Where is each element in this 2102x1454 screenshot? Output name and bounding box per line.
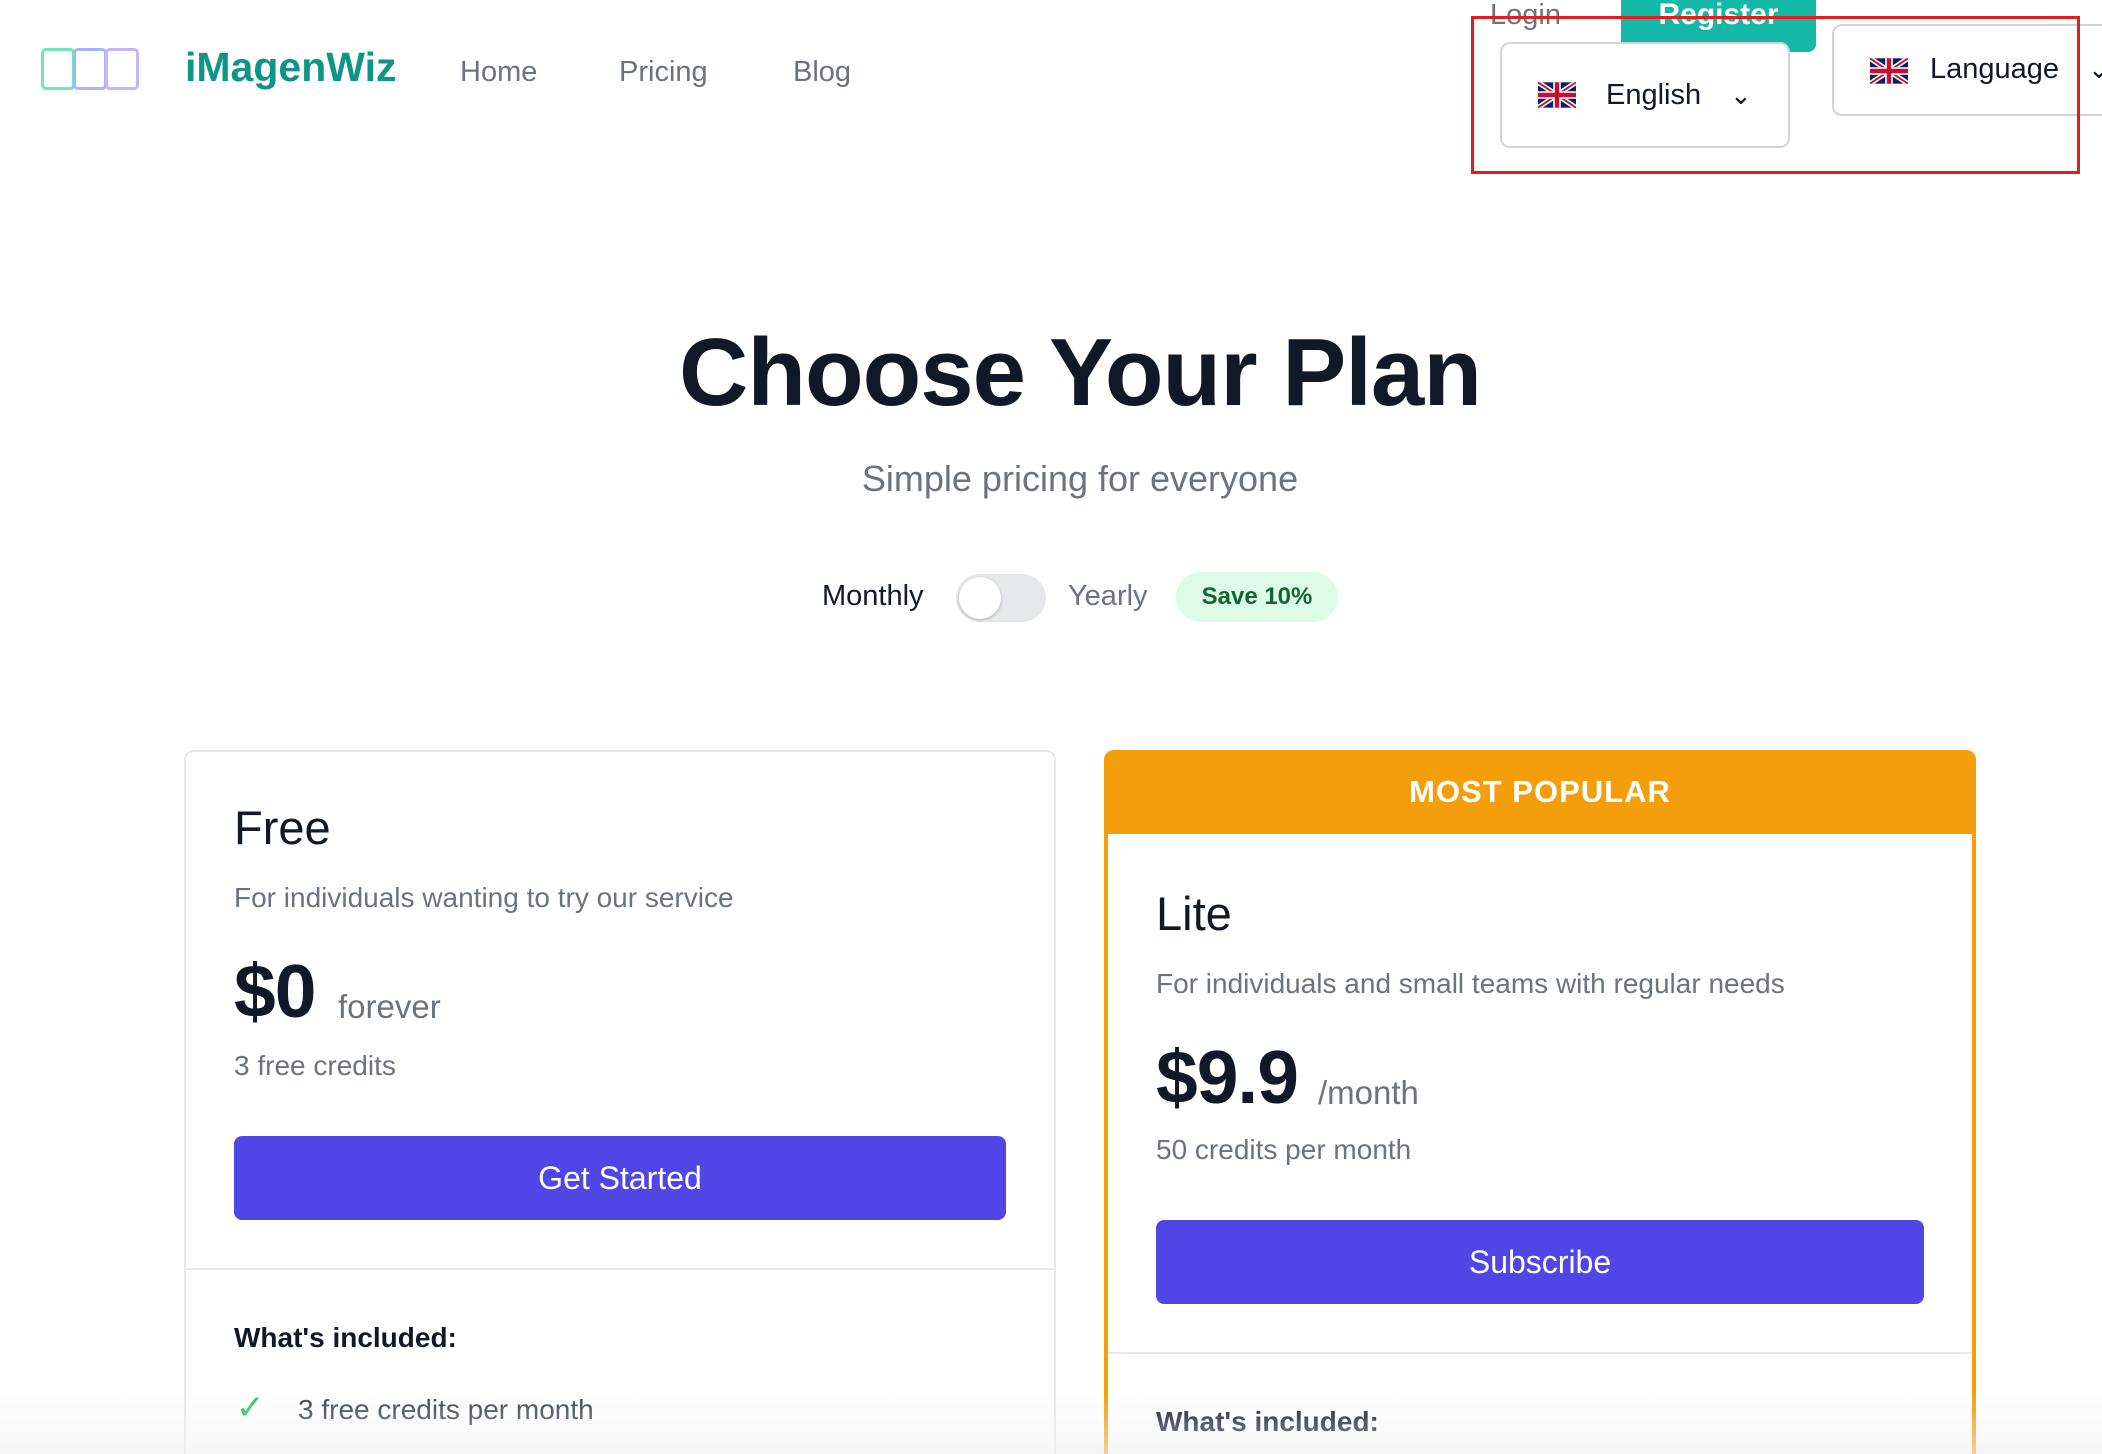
billing-toggle-group: Monthly Yearly Save 10%: [822, 572, 1342, 624]
plan-period: /month: [1318, 1074, 1419, 1111]
save-badge: Save 10%: [1176, 572, 1338, 622]
plan-price: $9.9: [1156, 1035, 1299, 1119]
yearly-label[interactable]: Yearly: [1068, 580, 1148, 613]
billing-toggle[interactable]: [956, 574, 1046, 622]
plan-price: $0: [234, 949, 316, 1033]
login-link[interactable]: Login: [1490, 0, 1561, 30]
plan-name: Lite: [1156, 887, 1232, 940]
plan-credits: 3 free credits: [234, 1050, 396, 1081]
divider: [186, 1268, 1054, 1270]
divider: [1108, 1352, 1972, 1354]
uk-flag-icon: [1538, 82, 1576, 108]
panels-logo-icon[interactable]: [41, 48, 139, 90]
page-title: Choose Your Plan: [679, 319, 1482, 426]
toggle-knob: [959, 577, 1001, 619]
plan-description: For individuals wanting to try our servi…: [234, 882, 734, 913]
plan-name: Free: [234, 801, 331, 854]
plan-credits: 50 credits per month: [1156, 1134, 1412, 1165]
language-select-secondary-value: Language: [1930, 53, 2060, 85]
nav-blog[interactable]: Blog: [793, 56, 851, 89]
page-subtitle: Simple pricing for everyone: [861, 458, 1299, 499]
subscribe-button[interactable]: Subscribe: [1156, 1220, 1924, 1304]
brand-name[interactable]: iMagenWiz: [185, 44, 396, 91]
language-select-value: English: [1606, 79, 1702, 111]
check-icon: ✓: [236, 1389, 265, 1427]
nav-home[interactable]: Home: [460, 56, 537, 89]
included-heading: What's included:: [234, 1322, 457, 1353]
get-started-button[interactable]: Get Started: [234, 1136, 1006, 1220]
included-heading: What's included:: [1156, 1406, 1379, 1437]
monthly-label[interactable]: Monthly: [822, 580, 924, 613]
uk-flag-icon: [1870, 58, 1908, 84]
plan-description: For individuals and small teams with reg…: [1156, 968, 1785, 999]
language-select-secondary[interactable]: Language ⌄: [1832, 24, 2102, 116]
most-popular-badge: MOST POPULAR: [1104, 750, 1976, 834]
nav-pricing[interactable]: Pricing: [619, 56, 708, 89]
chevron-down-icon: ⌄: [2088, 54, 2102, 84]
chevron-down-icon: ⌄: [1730, 80, 1752, 110]
plan-period: forever: [338, 988, 441, 1025]
language-select[interactable]: English ⌄: [1500, 42, 1790, 148]
feature-item: 3 free credits per month: [298, 1394, 594, 1425]
